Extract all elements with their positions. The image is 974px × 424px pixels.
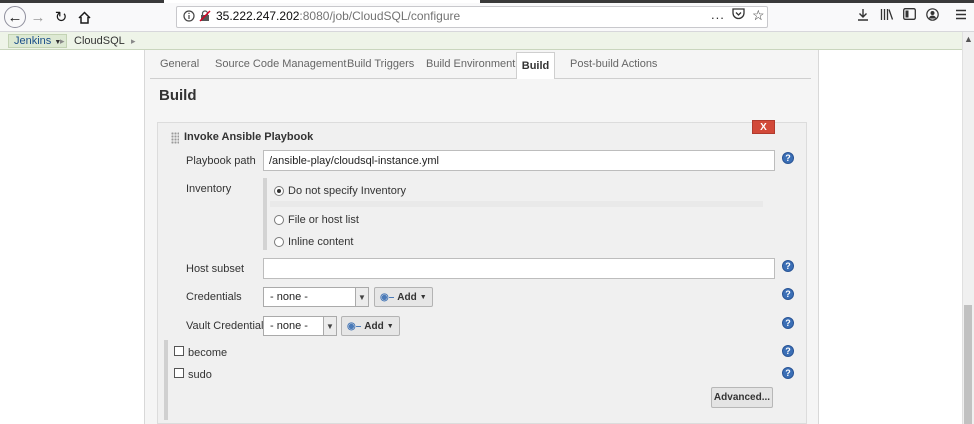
tab-bar-divider (150, 78, 811, 79)
back-icon[interactable]: ← (4, 6, 26, 28)
inventory-group-bar (263, 178, 267, 250)
info-icon[interactable] (183, 10, 195, 25)
menu-icon[interactable] (955, 8, 967, 23)
help-icon[interactable]: ? (782, 152, 794, 164)
add-credentials-button[interactable]: ◉– Add ▼ (374, 287, 433, 307)
become-checkbox[interactable] (174, 346, 184, 356)
key-icon: ◉– (347, 320, 362, 332)
tab-strip (0, 0, 974, 3)
add-credentials-label: Add (397, 291, 417, 303)
active-tab-indicator (164, 0, 480, 3)
host-subset-input[interactable] (263, 258, 775, 279)
scroll-up-icon[interactable]: ▲ (964, 34, 973, 44)
download-icon[interactable] (857, 8, 869, 24)
reload-icon[interactable]: ↻ (50, 6, 72, 28)
playbook-path-label: Playbook path (186, 155, 256, 167)
section-title: Build (159, 87, 197, 104)
vault-credentials-selected-value: - none - (270, 320, 308, 332)
credentials-select[interactable]: - none - ▼ (263, 287, 369, 307)
help-icon[interactable]: ? (782, 317, 794, 329)
tab-build[interactable]: Build (516, 52, 555, 79)
breadcrumb-jenkins-label: Jenkins (14, 35, 52, 47)
tab-build-triggers[interactable]: Build Triggers (347, 58, 414, 70)
options-group-bar (164, 340, 168, 420)
pocket-icon[interactable] (732, 8, 745, 23)
caret-down-icon: ▼ (386, 322, 394, 330)
add-vault-credentials-label: Add (364, 320, 384, 332)
inventory-file-label[interactable]: File or host list (288, 214, 359, 226)
tab-source-code-management[interactable]: Source Code Management (215, 58, 346, 70)
url-host: 35.222.247.202 (216, 9, 300, 23)
tab-build-environment[interactable]: Build Environment (426, 58, 515, 70)
home-icon[interactable] (73, 6, 95, 28)
inventory-none-radio[interactable] (274, 186, 284, 196)
url-text[interactable]: 35.222.247.202:8080/job/CloudSQL/configu… (216, 9, 460, 23)
playbook-path-input[interactable] (263, 150, 775, 171)
bookmark-star-icon[interactable]: ☆ (752, 7, 765, 24)
inventory-label: Inventory (186, 183, 232, 195)
drag-handle-icon[interactable] (171, 132, 179, 144)
sudo-label[interactable]: sudo (188, 369, 212, 381)
tab-general[interactable]: General (160, 58, 199, 70)
vault-credentials-select[interactable]: - none - ▼ (263, 316, 337, 336)
sidebar-icon[interactable] (903, 8, 916, 23)
forward-icon[interactable]: → (27, 6, 49, 28)
become-label[interactable]: become (188, 347, 227, 359)
url-path: :8080/job/CloudSQL/configure (299, 9, 461, 23)
breadcrumb-separator-icon: ▸ (60, 36, 65, 46)
chevron-down-icon[interactable]: ▼ (355, 288, 368, 306)
breadcrumb-cloudsql[interactable]: CloudSQL (74, 35, 125, 47)
vault-credentials-label: Vault Credentials (186, 320, 269, 332)
breadcrumb (0, 32, 974, 50)
more-actions-icon[interactable]: ... (711, 7, 725, 22)
sudo-checkbox[interactable] (174, 368, 184, 378)
host-subset-label: Host subset (186, 263, 245, 275)
key-icon: ◉– (380, 291, 395, 303)
advanced-button[interactable]: Advanced... (711, 387, 773, 408)
add-vault-credentials-button[interactable]: ◉– Add ▼ (341, 316, 400, 336)
inventory-option-divider (270, 201, 763, 207)
help-icon[interactable]: ? (782, 367, 794, 379)
help-icon[interactable]: ? (782, 288, 794, 300)
delete-step-button[interactable]: X (752, 120, 775, 134)
inventory-none-label[interactable]: Do not specify Inventory (288, 185, 406, 197)
breadcrumb-separator-icon: ▸ (131, 36, 136, 46)
account-icon[interactable] (926, 8, 939, 24)
insecure-icon[interactable] (199, 10, 211, 25)
chevron-down-icon[interactable]: ▼ (323, 317, 336, 335)
help-icon[interactable]: ? (782, 345, 794, 357)
inventory-inline-radio[interactable] (274, 237, 284, 247)
inventory-inline-label[interactable]: Inline content (288, 236, 353, 248)
credentials-label: Credentials (186, 291, 242, 303)
build-step-title: Invoke Ansible Playbook (184, 131, 314, 143)
inventory-file-radio[interactable] (274, 215, 284, 225)
scrollbar-thumb[interactable] (964, 305, 972, 424)
breadcrumb-jenkins[interactable]: Jenkins ▼ (8, 34, 68, 48)
tab-post-build-actions[interactable]: Post-build Actions (570, 58, 657, 70)
help-icon[interactable]: ? (782, 260, 794, 272)
credentials-selected-value: - none - (270, 291, 308, 303)
library-icon[interactable] (880, 8, 894, 24)
caret-down-icon: ▼ (419, 293, 427, 301)
